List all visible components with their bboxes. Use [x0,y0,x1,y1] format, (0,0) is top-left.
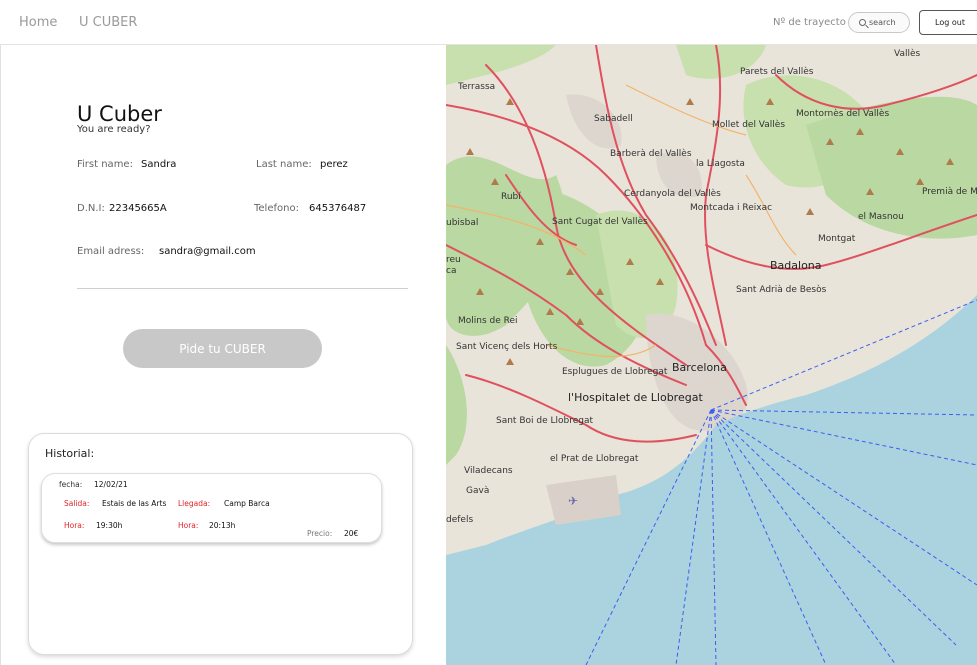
map-label: reu [446,255,461,265]
hora-llegada-label: Hora: [178,521,199,530]
search-placeholder: search [869,18,896,27]
llegada-label: Llegada: [178,499,211,508]
map-label: Gavà [466,486,490,496]
map-label: Sant Adrià de Besòs [736,285,827,295]
fecha-value: 12/02/21 [94,480,128,489]
salida-value: Estais de las Arts [102,499,167,508]
map-label: Barcelona [672,361,727,374]
nav-ucuber-link[interactable]: U CUBER [79,15,137,30]
last-name-value: perez [320,159,348,170]
profile-panel: U Cuber You are ready? First name: Sandr… [0,45,446,665]
airport-icon: ✈ [568,494,579,508]
map-label: Esplugues de Llobregat [562,367,668,377]
first-name-label: First name: [77,159,133,170]
fecha-label: fecha: [59,480,83,489]
hora-salida-label: Hora: [64,521,85,530]
map-label: Molins de Rei [458,316,518,326]
map-label: la Llagosta [696,159,745,169]
map-label: Rubí [501,192,521,202]
precio-value: 20€ [344,529,359,538]
map-label: Premià de Mar [922,187,977,197]
telefono-value: 645376487 [309,203,367,214]
last-name-label: Last name: [256,159,312,170]
telefono-label: Telefono: [254,203,299,214]
nav-home-link[interactable]: Home [19,15,57,30]
map-label: Sant Boi de Llobregat [496,416,594,426]
map-label: Cerdanyola del Vallès [624,189,721,199]
hora-salida-value: 19:30h [96,521,123,530]
hora-llegada-value: 20:13h [209,521,236,530]
page-subtitle: You are ready? [77,124,151,135]
logout-button[interactable]: Log out [919,10,977,35]
email-value: sandra@gmail.com [159,246,256,257]
form-divider [77,288,408,289]
map-label: defels [446,515,474,525]
search-input[interactable]: search [848,12,910,33]
salida-label: Salida: [64,499,90,508]
trip-card[interactable]: fecha: 12/02/21 Salida: Estais de las Ar… [41,473,382,543]
map-label: Montcada i Reixac [690,203,773,213]
search-icon [859,19,866,26]
map-label: Vallès [894,49,921,59]
precio-label: Precio: [307,529,333,538]
pide-cuber-button[interactable]: Pide tu CUBER [123,329,322,368]
map-canvas [446,45,977,665]
map-label: Mollet del Vallès [712,120,786,130]
map-label: ca [446,266,457,276]
llegada-value: Camp Barca [224,499,270,508]
map-label: el Masnou [858,212,904,222]
map-view[interactable]: Terrassa Sabadell Parets del Vallès Moll… [446,45,977,665]
map-label: Montornès del Vallès [796,109,890,119]
map-label: Sabadell [594,114,633,124]
historial-card: Historial: fecha: 12/02/21 Salida: Estai… [28,433,413,655]
map-label: el Prat de Llobregat [550,454,639,464]
map-label: Viladecans [464,466,513,476]
first-name-value: Sandra [141,159,177,170]
map-label: Barberà del Vallès [610,149,692,159]
historial-title: Historial: [45,447,95,460]
map-label: l'Hospitalet de Llobregat [568,391,703,404]
dni-value: 22345665A [109,203,167,214]
map-label: Sant Cugat del Vallès [552,217,648,227]
map-label: Montgat [818,234,856,244]
map-label: Terrassa [458,82,496,92]
email-label: Email adress: [77,246,145,257]
map-label: Parets del Vallès [740,67,814,77]
dni-label: D.N.I: [77,203,105,214]
map-label: Badalona [770,259,822,272]
page-title: U Cuber [77,102,162,126]
map-label: ubisbal [446,218,479,228]
top-navbar: Home U CUBER Nº de trayecto search Log o… [0,0,977,45]
map-label: Sant Vicenç dels Horts [456,342,558,352]
trayecto-label: Nº de trayecto [773,17,846,28]
